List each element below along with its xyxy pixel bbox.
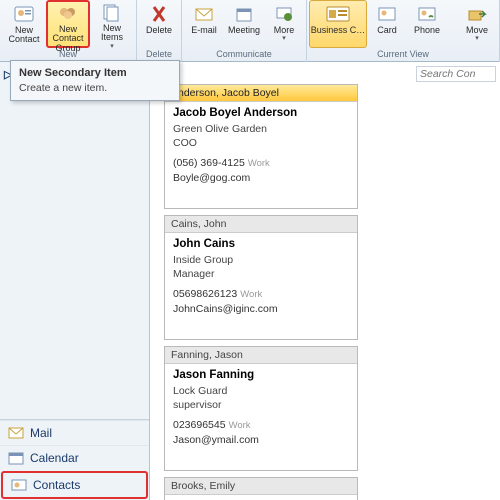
dropdown-icon: ▾ [110,43,114,50]
card-header: Anderson, Jacob Boyel [165,85,357,102]
ribbon: New Contact New Contact Group New Items … [0,0,500,62]
more-icon [272,3,296,25]
card-header: Fanning, Jason [165,347,357,364]
dropdown-icon: ▾ [282,35,286,42]
more-button[interactable]: More ▾ [264,0,304,48]
card-email: JohnCains@iginc.com [173,302,349,316]
calendar-icon [8,451,24,465]
email-icon [192,3,216,25]
ribbon-group-delete: Delete Delete [137,0,182,62]
card-icon [375,3,399,25]
new-items-button[interactable]: New Items ▾ [90,0,134,48]
card-company: Lock Guard [173,384,349,398]
dropdown-icon: ▾ [475,35,479,42]
card-company: Green Olive Garden [173,122,349,136]
ribbon-group-communicate: E-mail Meeting More ▾ Communicate [182,0,307,62]
nav-contacts[interactable]: Contacts [1,471,148,499]
new-contact-button[interactable]: New Contact [2,0,46,48]
group-label-view: Current View [377,48,429,60]
move-button[interactable]: Move ▾ [457,0,497,48]
business-card-view-button[interactable]: Business C… [309,0,367,48]
card-title: supervisor [173,398,349,412]
nav-tree: ▷ My C Contacts [0,62,149,419]
content: Anderson, Jacob BoyelJacob Boyel Anderso… [150,62,500,500]
nav-mail[interactable]: Mail [0,420,149,445]
new-contact-group-button[interactable]: New Contact Group [46,0,90,48]
mail-icon [8,426,24,440]
contact-card[interactable]: Anderson, Jacob BoyelJacob Boyel Anderso… [164,84,358,209]
phone-icon [415,3,439,25]
card-body: Jason FanningLock Guardsupervisor 0236965… [165,364,357,451]
contact-icon [12,3,36,25]
group-label-delete: Delete [146,48,172,60]
card-phone: (056) 369-4125Work [173,156,349,171]
move-icon [465,3,489,25]
card-header: Brooks, Emily [165,478,357,495]
tooltip-title: New Secondary Item [19,67,171,79]
meeting-button[interactable]: Meeting [224,0,264,48]
nav-pane: ▷ My C Contacts Mail Calendar Contacts [0,62,150,500]
card-body: John CainsInside GroupManager 05698626123… [165,233,357,320]
main: ▷ My C Contacts Mail Calendar Contacts A… [0,62,500,500]
group-label-communicate: Communicate [216,48,272,60]
card-body: Emily BrooksPerceptionAsst. Manager [165,495,357,500]
contact-card[interactable]: Brooks, EmilyEmily BrooksPerceptionAsst.… [164,477,358,500]
ribbon-group-new: New Contact New Contact Group New Items … [0,0,137,62]
tooltip: New Secondary Item Create a new item. [10,60,180,101]
card-company: Inside Group [173,253,349,267]
card-email: Boyle@gog.com [173,171,349,185]
nav-calendar[interactable]: Calendar [0,445,149,470]
group-label-new: New [59,48,77,60]
phone-view-button[interactable]: Phone [407,0,447,48]
delete-icon [147,3,171,25]
contacts-icon [11,478,27,492]
card-title: Manager [173,267,349,281]
card-name: Jacob Boyel Anderson [173,106,349,122]
cards-area: Anderson, Jacob BoyelJacob Boyel Anderso… [150,84,500,500]
business-card-icon [326,3,350,25]
card-view-button[interactable]: Card [367,0,407,48]
card-name: John Cains [173,237,349,253]
search-input[interactable] [416,66,496,82]
contact-card[interactable]: Fanning, JasonJason FanningLock Guardsup… [164,346,358,471]
tooltip-body: Create a new item. [19,82,171,94]
meeting-icon [232,3,256,25]
card-email: Jason@ymail.com [173,433,349,447]
search-box [416,66,496,82]
card-header: Cains, John [165,216,357,233]
email-button[interactable]: E-mail [184,0,224,48]
contact-group-icon [56,4,80,24]
card-name: Jason Fanning [173,368,349,384]
card-phone: 05698626123Work [173,287,349,302]
contact-card[interactable]: Cains, JohnJohn CainsInside GroupManager… [164,215,358,340]
new-items-icon [100,3,124,23]
card-body: Jacob Boyel AndersonGreen Olive GardenCO… [165,102,357,189]
card-phone: 023696545Work [173,418,349,433]
card-title: COO [173,136,349,150]
delete-button[interactable]: Delete [139,0,179,48]
nav-bottom: Mail Calendar Contacts [0,419,149,500]
ribbon-group-view: Business C… Card Phone Move ▾ Current Vi… [307,0,500,62]
